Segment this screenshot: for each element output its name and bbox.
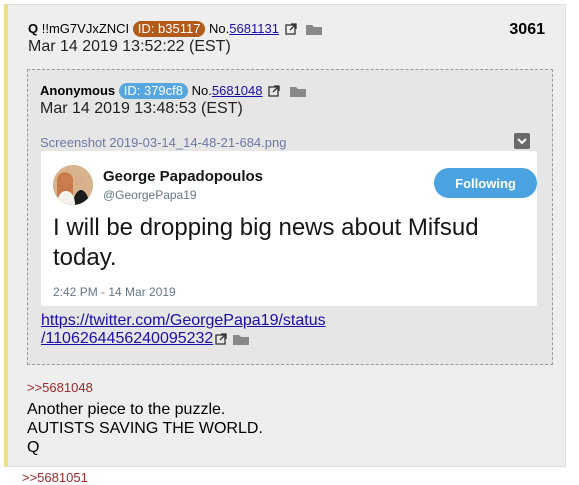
tweet-text: I will be dropping big news about Mifsud… <box>53 214 479 271</box>
quoted-poster-name: Anonymous <box>40 83 116 98</box>
external-link-icon[interactable] <box>215 332 227 350</box>
post-header: Q !!mG7VJxZNCI ID: b35117 No.5681131 <box>28 21 323 38</box>
quoted-header: Anonymous ID: 379cf8 No.5681048 <box>40 83 306 100</box>
reply-reference-link[interactable]: >>5681048 <box>27 380 93 395</box>
post-container: Q !!mG7VJxZNCI ID: b35117 No.5681131 Mar… <box>4 4 566 467</box>
image-filename[interactable]: Screenshot 2019-03-14_14-48-21-684.png <box>40 135 286 150</box>
external-link-icon[interactable] <box>268 85 280 100</box>
quoted-number-link[interactable]: 5681048 <box>212 83 263 98</box>
tweet-url-link-line1[interactable]: https://twitter.com/GeorgePapa19/status <box>41 312 326 329</box>
next-post-reference[interactable]: >>5681051 <box>22 470 88 485</box>
tripcode: !!mG7VJxZNCI <box>41 21 130 36</box>
post-body-line-2: AUTISTS SAVING THE WORLD. <box>27 420 263 437</box>
post-body-line-1: Another piece to the puzzle. <box>27 401 226 418</box>
poster-id-badge[interactable]: ID: b35117 <box>132 21 206 37</box>
following-button: Following <box>434 168 537 198</box>
tweet-display-name: George Papadopoulos <box>103 168 264 185</box>
quoted-no-label: No. <box>191 83 212 98</box>
tweet-timestamp: 2:42 PM - 14 Mar 2019 <box>53 285 176 299</box>
poster-name: Q <box>28 21 39 36</box>
folder-icon[interactable] <box>289 85 306 100</box>
folder-icon[interactable] <box>233 332 250 350</box>
tweet-handle: @GeorgePapa19 <box>103 188 197 202</box>
tweet-screenshot[interactable]: George Papadopoulos @GeorgePapa19 Follow… <box>41 151 537 306</box>
post-no-label: No. <box>209 21 230 36</box>
post-body-line-3: Q <box>27 439 40 456</box>
quoted-date: Mar 14 2019 13:48:53 (EST) <box>40 100 243 117</box>
tweet-url-link-line2[interactable]: /1106264456240095232 <box>41 330 213 347</box>
external-link-icon[interactable] <box>284 23 297 38</box>
quoted-post: Anonymous ID: 379cf8 No.5681048 Mar 14 2… <box>27 69 553 365</box>
avatar <box>53 165 93 205</box>
quoted-id-badge[interactable]: ID: 379cf8 <box>118 83 189 99</box>
post-date: Mar 14 2019 13:52:22 (EST) <box>28 38 231 55</box>
folder-icon[interactable] <box>306 23 323 38</box>
post-number-link[interactable]: 5681131 <box>229 21 279 36</box>
post-sequence-number: 3061 <box>509 21 545 38</box>
tweet-url: https://twitter.com/GeorgePapa19/status … <box>41 312 326 350</box>
